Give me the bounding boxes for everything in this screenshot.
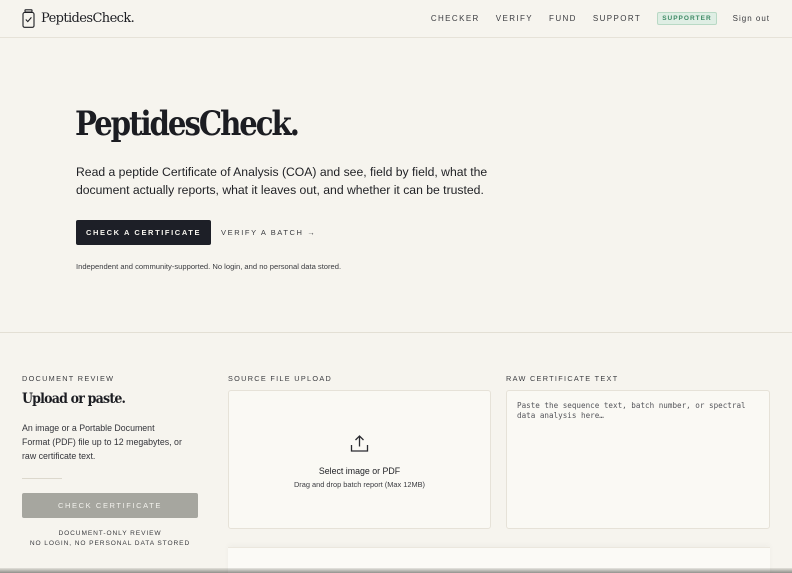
vial-check-icon: [22, 9, 35, 28]
brand-logo[interactable]: PeptidesCheck.: [22, 9, 135, 28]
drag-drop-hint: Drag and drop batch report (Max 12MB): [293, 480, 426, 489]
check-certificate-submit-button[interactable]: CHECK CERTIFICATE: [22, 493, 198, 518]
hero-description: Read a peptide Certificate of Analysis (…: [76, 165, 488, 197]
review-description: An image or a Portable Document Format (…: [22, 423, 182, 461]
upload-or-paste-title: Upload or paste.: [22, 391, 126, 407]
check-certificate-button[interactable]: CHECK A CERTIFICATE: [76, 220, 211, 245]
verify-batch-link[interactable]: VERIFY A BATCH →: [221, 220, 316, 245]
document-review-label: DOCUMENT REVIEW: [22, 374, 115, 383]
nav-links: CHECKER VERIFY FUND SUPPORT SUPPORTER Si…: [431, 12, 770, 25]
no-login-note: NO LOGIN, NO PERSONAL DATA STORED: [29, 540, 191, 547]
document-only-note: DOCUMENT-ONLY REVIEW: [58, 530, 162, 537]
raw-certificate-textarea[interactable]: [506, 390, 770, 529]
sign-out-link[interactable]: Sign out: [733, 14, 770, 23]
short-divider: [22, 478, 62, 479]
nav-support[interactable]: SUPPORT: [593, 14, 641, 23]
nav-fund[interactable]: FUND: [549, 14, 577, 23]
nav-verify[interactable]: VERIFY: [496, 14, 533, 23]
top-nav: PeptidesCheck. CHECKER VERIFY FUND SUPPO…: [0, 0, 792, 38]
section-divider: [0, 332, 792, 333]
raw-text-label: RAW CERTIFICATE TEXT: [506, 374, 619, 383]
hero-note: Independent and community-supported. No …: [76, 262, 342, 271]
supporter-badge: SUPPORTER: [657, 12, 717, 25]
file-dropzone[interactable]: Select image or PDF Drag and drop batch …: [228, 390, 491, 529]
brand-name: PeptidesCheck.: [41, 11, 135, 26]
select-file-text: Select image or PDF: [318, 466, 401, 476]
nav-checker[interactable]: CHECKER: [431, 14, 480, 23]
window-bottom-edge: [0, 568, 792, 573]
upload-icon: [350, 434, 369, 458]
hero-title: PeptidesCheck.: [75, 104, 300, 144]
source-upload-label: SOURCE FILE UPLOAD: [228, 374, 333, 383]
